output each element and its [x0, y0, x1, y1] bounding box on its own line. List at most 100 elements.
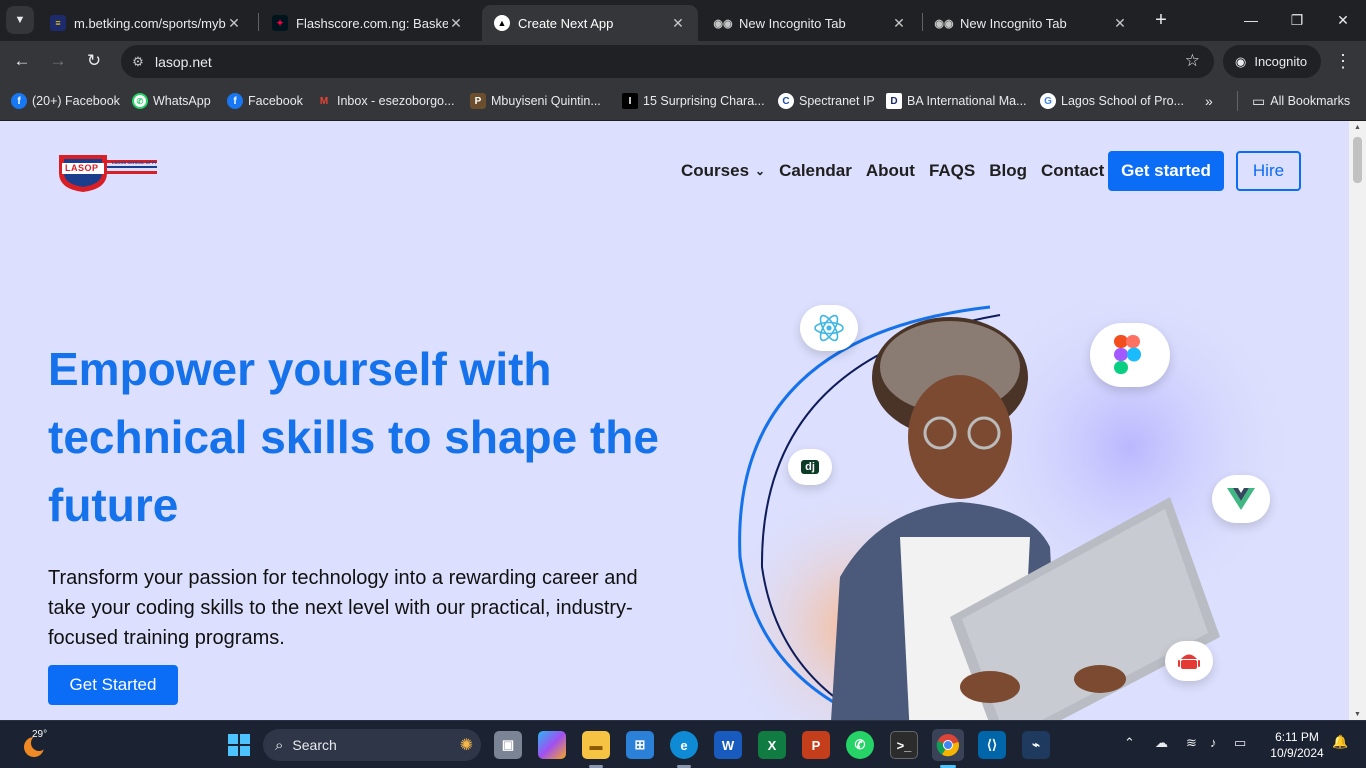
- copilot-icon[interactable]: [538, 731, 566, 759]
- reload-button[interactable]: ↻: [82, 49, 106, 73]
- minimize-button[interactable]: —: [1238, 8, 1264, 32]
- close-tab-icon[interactable]: ✕: [891, 15, 907, 32]
- tab-flashscore[interactable]: ✦ Flashscore.com.ng: Basketba ✕: [260, 5, 476, 41]
- edge-icon[interactable]: e: [670, 731, 698, 759]
- bookmark-item[interactable]: f Facebook: [227, 91, 303, 111]
- clock-time: 6:11 PM: [1275, 730, 1319, 744]
- bookmark-item[interactable]: I 15 Surprising Chara...: [622, 91, 765, 111]
- whatsapp-icon: ✆: [132, 93, 148, 109]
- wifi-icon[interactable]: ≋: [1186, 735, 1197, 751]
- nav-calendar[interactable]: Calendar: [779, 161, 852, 181]
- incognito-icon: ◉: [1235, 53, 1247, 69]
- bookmark-item[interactable]: G Lagos School of Pro...: [1040, 91, 1184, 111]
- nav-blog[interactable]: Blog: [989, 161, 1027, 181]
- tab-betking[interactable]: ≡ m.betking.com/sports/mybe ✕: [38, 5, 254, 41]
- terminal-icon[interactable]: >_: [890, 731, 918, 759]
- close-tab-icon[interactable]: ✕: [448, 15, 464, 32]
- bookmark-label: 15 Surprising Chara...: [643, 94, 765, 108]
- facebook-icon: f: [227, 93, 243, 109]
- all-bookmarks-label: All Bookmarks: [1270, 94, 1351, 108]
- volume-icon[interactable]: ♪: [1210, 735, 1217, 750]
- tab-title: m.betking.com/sports/mybe: [74, 15, 226, 31]
- logo-tagline: LAGOS SCHOOL OF PROGRAMMING: [112, 160, 156, 165]
- vscode-icon[interactable]: ⟨⟩: [978, 731, 1006, 759]
- bookmark-label: Facebook: [248, 94, 303, 108]
- chrome-menu-button[interactable]: ⋮: [1333, 49, 1353, 73]
- bookmark-item[interactable]: D BA International Ma...: [886, 91, 1027, 111]
- close-tab-icon[interactable]: ✕: [1112, 15, 1128, 32]
- forward-button[interactable]: →: [46, 49, 70, 73]
- betking-icon: ≡: [50, 15, 66, 31]
- task-view-icon[interactable]: ▣: [494, 731, 522, 759]
- incognito-profile-button[interactable]: ◉ Incognito: [1223, 45, 1321, 78]
- tab-incognito-2[interactable]: ◉◉ New Incognito Tab ✕: [924, 5, 1140, 41]
- main-nav: Courses ⌄ Calendar About FAQS Blog Conta…: [681, 159, 1118, 183]
- hero-illustration: dj: [700, 277, 1320, 720]
- nextjs-icon: ▲: [494, 15, 510, 31]
- bookmark-item[interactable]: C Spectranet IP: [778, 91, 875, 111]
- close-window-button[interactable]: ✕: [1330, 8, 1356, 32]
- bookmark-label: Spectranet IP: [799, 94, 875, 108]
- taskbar-clock[interactable]: 6:11 PM 10/9/2024: [1262, 729, 1332, 761]
- bookmark-star-icon[interactable]: ☆: [1185, 51, 1200, 71]
- hire-button[interactable]: Hire: [1236, 151, 1301, 191]
- tab-divider: [258, 13, 259, 31]
- hero-get-started-button[interactable]: Get Started: [48, 665, 178, 705]
- app-icon[interactable]: ⌁: [1022, 731, 1050, 759]
- scrollbar-thumb[interactable]: [1353, 137, 1362, 183]
- search-placeholder: Search: [292, 737, 337, 753]
- scroll-down-arrow-icon[interactable]: ▼: [1353, 711, 1362, 718]
- nav-contact[interactable]: Contact: [1041, 161, 1104, 181]
- scroll-up-arrow-icon[interactable]: ▲: [1353, 124, 1362, 131]
- bookmarks-bar: f (20+) Facebook ✆ WhatsApp f Facebook M…: [0, 81, 1366, 121]
- nav-faqs[interactable]: FAQS: [929, 161, 975, 181]
- bookmark-label: BA International Ma...: [907, 94, 1027, 108]
- cloud-offline-icon[interactable]: ☁: [1155, 735, 1168, 751]
- word-icon[interactable]: W: [714, 731, 742, 759]
- bookmark-item[interactable]: P Mbuyiseni Quintin...: [470, 91, 601, 111]
- flashscore-icon: ✦: [272, 15, 288, 31]
- microsoft-store-icon[interactable]: ⊞: [626, 731, 654, 759]
- start-button[interactable]: [225, 731, 253, 759]
- bookmark-label: (20+) Facebook: [32, 94, 120, 108]
- nav-courses-label: Courses: [681, 161, 750, 180]
- new-tab-button[interactable]: +: [1150, 9, 1172, 31]
- show-hidden-icons-button[interactable]: ⌃: [1124, 735, 1135, 751]
- powerpoint-icon[interactable]: P: [802, 731, 830, 759]
- lasop-logo[interactable]: LASOP LAGOS SCHOOL OF PROGRAMMING: [57, 151, 161, 193]
- bookmark-item[interactable]: M Inbox - esezoborgo...: [316, 91, 455, 111]
- close-tab-icon[interactable]: ✕: [670, 15, 686, 32]
- tab-title: New Incognito Tab: [960, 15, 1067, 31]
- tab-search-button[interactable]: ▼: [6, 6, 34, 34]
- tab-title: Flashscore.com.ng: Basketba: [296, 15, 448, 31]
- excel-icon[interactable]: X: [758, 731, 786, 759]
- nav-courses[interactable]: Courses ⌄: [681, 161, 765, 181]
- get-started-button[interactable]: Get started: [1108, 151, 1224, 191]
- weather-widget[interactable]: 29°: [20, 729, 60, 761]
- more-bookmarks-button[interactable]: »: [1205, 91, 1213, 111]
- back-button[interactable]: ←: [10, 49, 34, 73]
- tab-title: Create Next App: [518, 15, 614, 31]
- site-icon: P: [470, 93, 486, 109]
- url-text[interactable]: lasop.net: [155, 54, 212, 70]
- bookmark-item[interactable]: f (20+) Facebook: [11, 91, 120, 111]
- bookmark-label: Inbox - esezoborgo...: [337, 94, 455, 108]
- tab-create-next-app[interactable]: ▲ Create Next App ✕: [482, 5, 698, 41]
- restore-button[interactable]: ❐: [1284, 8, 1310, 32]
- whatsapp-icon[interactable]: ✆: [846, 731, 874, 759]
- taskbar-search[interactable]: ⌕ Search ✺: [263, 729, 481, 761]
- all-bookmarks-button[interactable]: ▭ All Bookmarks: [1252, 91, 1350, 111]
- file-explorer-icon[interactable]: ▬: [582, 731, 610, 759]
- tab-incognito-1[interactable]: ◉◉ New Incognito Tab ✕: [703, 5, 919, 41]
- nav-about[interactable]: About: [866, 161, 915, 181]
- chrome-active-bg[interactable]: [932, 729, 964, 761]
- close-tab-icon[interactable]: ✕: [226, 15, 242, 32]
- site-info-icon[interactable]: ⚙: [121, 54, 155, 70]
- address-bar[interactable]: ⚙ lasop.net ☆: [121, 45, 1214, 78]
- page-scrollbar[interactable]: ▲ ▼: [1349, 121, 1366, 720]
- hero-title: Empower yourself with technical skills t…: [48, 343, 659, 531]
- bookmark-item[interactable]: ✆ WhatsApp: [132, 91, 211, 111]
- battery-icon[interactable]: ▭: [1234, 735, 1246, 751]
- django-icon: dj: [788, 449, 832, 485]
- notification-bell-icon[interactable]: 🔔: [1332, 734, 1348, 750]
